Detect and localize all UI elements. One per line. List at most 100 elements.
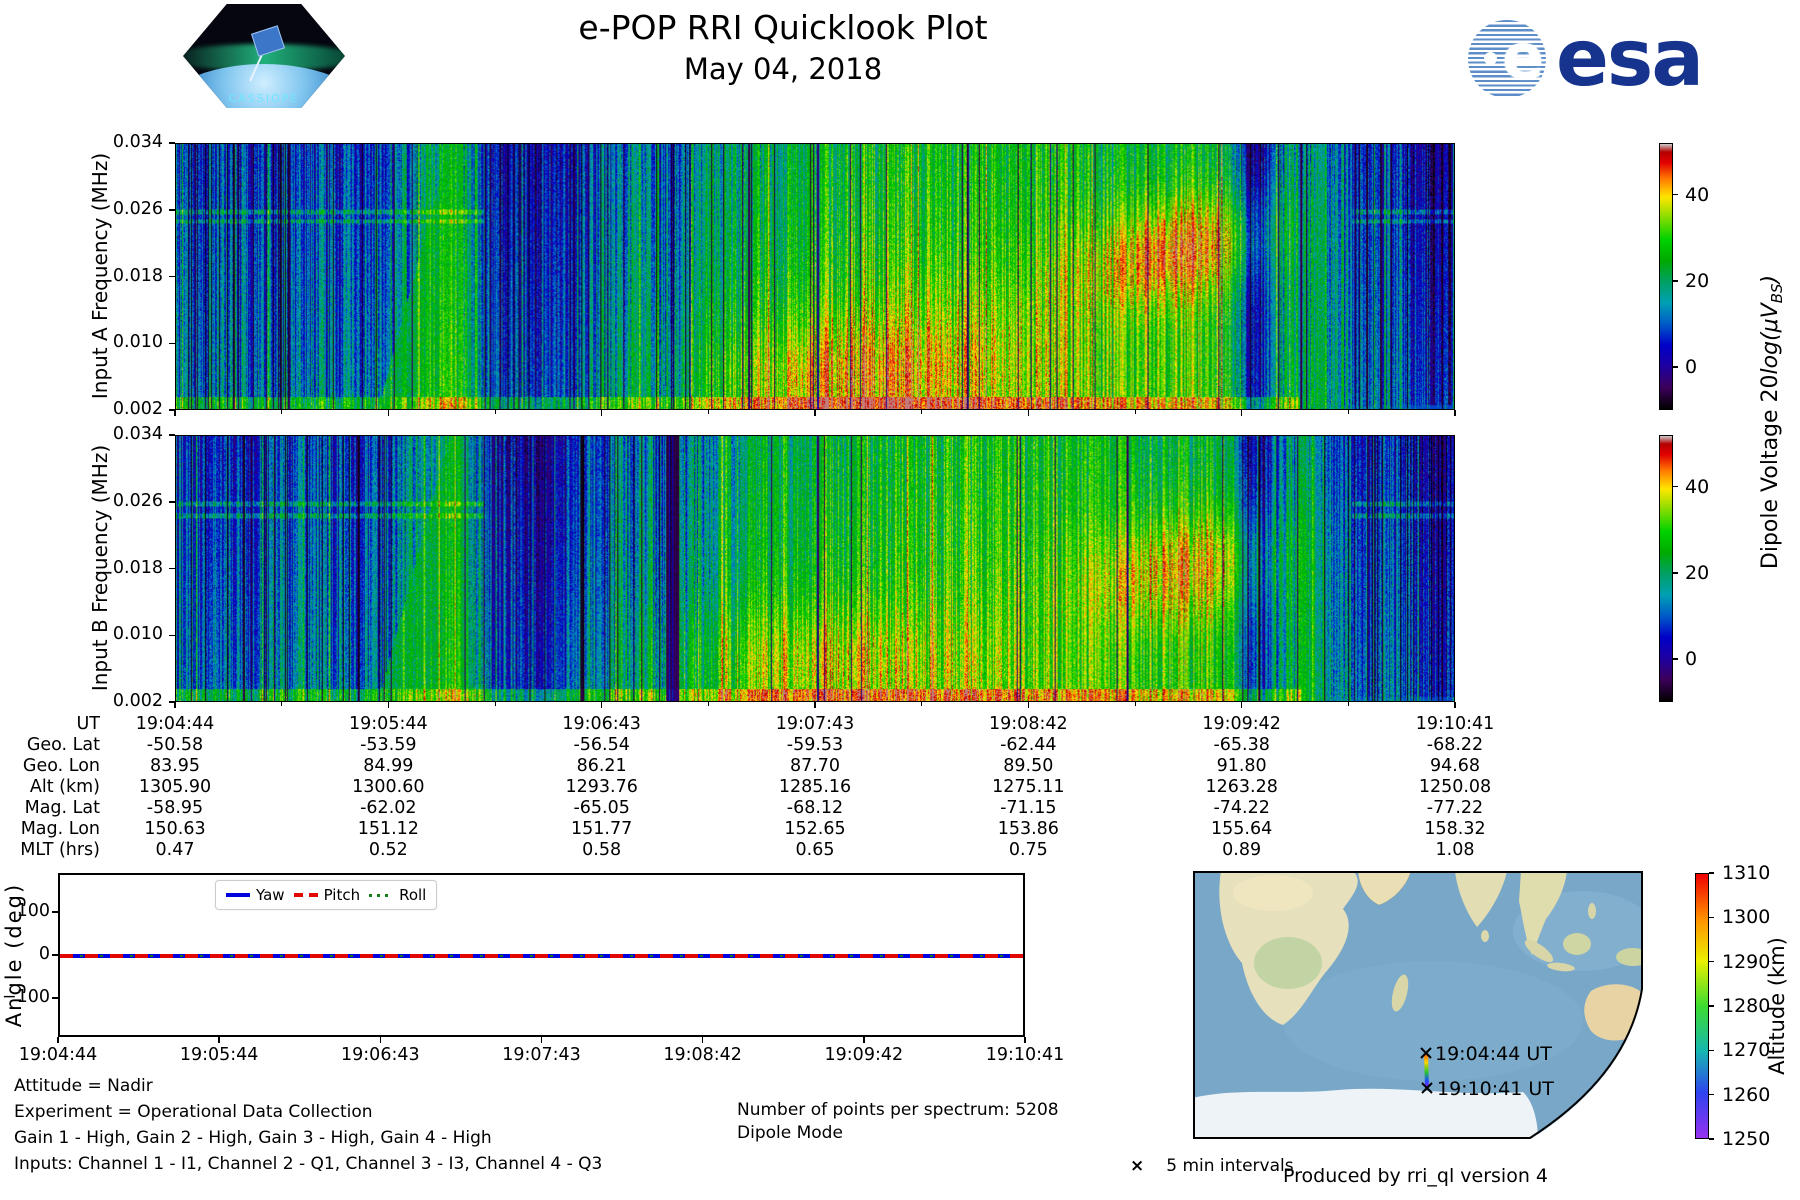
table-cell: -65.05 <box>573 798 630 818</box>
table-cell: -68.22 <box>1426 735 1484 755</box>
table-cell: 1275.11 <box>992 777 1065 797</box>
table-cell: -62.02 <box>360 798 417 818</box>
legend-label-yaw: Yaw <box>256 886 285 904</box>
spectrogram-a-canvas <box>175 143 1455 410</box>
esa-globe-dot <box>1484 52 1497 65</box>
angle-x-tick-label: 19:09:42 <box>824 1045 904 1065</box>
colorbar-label-sub: BS <box>1768 283 1787 304</box>
time-tick-mark <box>174 410 176 416</box>
freq-tick-label: 0.002 <box>112 691 163 711</box>
legend-label-roll: Roll <box>399 886 427 904</box>
colorbar-tick-label: 20 <box>1685 269 1710 292</box>
colorbar-label-suffix: ) <box>1757 274 1783 284</box>
table-cell: 1305.90 <box>138 777 212 797</box>
altitude-tick-label: 1300 <box>1722 906 1771 929</box>
esa-globe-icon: e <box>1468 20 1546 98</box>
colorbar-b <box>1659 435 1673 702</box>
table-cell: 89.50 <box>1003 756 1054 776</box>
time-tick-mark <box>174 702 176 708</box>
time-tick-mark <box>814 702 816 708</box>
esa-wordmark: esa <box>1556 13 1704 104</box>
track-start-label: 19:04:44 UT <box>1435 1043 1552 1065</box>
footer-line-1: Experiment = Operational Data Collection <box>14 1102 373 1122</box>
angle-x-tick-label: 19:04:44 <box>18 1045 98 1065</box>
page-date: May 04, 2018 <box>683 52 883 86</box>
time-minor-tick <box>707 702 709 706</box>
colorbar-tick-mark <box>1673 366 1678 368</box>
colorbar-label-prefix: Dipole Voltage 20 <box>1757 374 1783 570</box>
time-tick-mark <box>1454 410 1456 416</box>
freq-tick-mark <box>169 342 175 344</box>
table-cell: -50.58 <box>146 735 204 755</box>
produced-by-text: Produced by rri_ql version 4 <box>1283 1165 1548 1187</box>
roll-line-icon <box>369 893 394 897</box>
table-cell: 19:06:43 <box>562 714 641 734</box>
time-minor-tick <box>1134 410 1136 414</box>
spectrogram-b-canvas <box>175 435 1455 702</box>
footer-left-block: Attitude = Nadir Experiment = Operational… <box>14 1076 602 1180</box>
borneo <box>1563 933 1591 955</box>
angle-x-tick-mark <box>218 1037 220 1043</box>
altitude-tick-label: 1250 <box>1722 1128 1771 1150</box>
points-per-spectrum-text: Number of points per spectrum: 5208 <box>737 1100 1059 1120</box>
angle-y-tick-mark <box>52 954 58 956</box>
altitude-tick-mark <box>1709 916 1714 919</box>
table-cell: 0.58 <box>582 840 622 860</box>
table-cell: 87.70 <box>789 756 841 776</box>
legend-item-pitch: Pitch <box>293 886 360 904</box>
table-cell: 151.12 <box>357 819 419 839</box>
angle-x-tick-mark <box>540 1037 543 1043</box>
time-minor-tick <box>921 410 923 414</box>
table-cell: 84.99 <box>363 756 414 776</box>
esa-logo: e esa <box>1468 13 1704 104</box>
colorbar-tick-mark <box>1673 485 1678 488</box>
table-row-label: UT <box>76 714 101 734</box>
time-minor-tick <box>1134 702 1136 706</box>
x-marker-icon: × <box>1130 1156 1145 1176</box>
freq-tick-mark <box>169 275 175 278</box>
altitude-tick-label: 1280 <box>1722 995 1771 1017</box>
angle-plot: Yaw Pitch Roll <box>58 873 1025 1037</box>
colorbar-tick-label: 0 <box>1685 647 1698 670</box>
table-row-label: Mag. Lat <box>24 798 100 818</box>
cassiope-mission-patch: CASSIOPE <box>183 4 345 108</box>
esa-globe-e: e <box>1501 20 1544 93</box>
angle-x-tick-mark <box>379 1037 382 1043</box>
time-minor-tick <box>1347 410 1349 414</box>
altitude-tick-mark <box>1709 960 1714 963</box>
colorbar-label-math: log(μV <box>1757 303 1783 375</box>
table-cell: 153.86 <box>997 819 1059 839</box>
table-cell: -74.22 <box>1213 798 1270 818</box>
angle-x-tick-mark <box>1024 1037 1026 1043</box>
table-cell: 155.64 <box>1211 819 1273 839</box>
altitude-tick-mark <box>1709 1049 1714 1052</box>
freq-tick-mark <box>169 634 175 636</box>
table-cell: 19:05:44 <box>349 714 428 734</box>
colorbar-tick-label: 20 <box>1685 561 1710 584</box>
angle-x-tick-mark <box>701 1037 704 1043</box>
altitude-tick-mark <box>1709 1138 1714 1140</box>
table-cell: 19:10:41 <box>1415 714 1495 734</box>
colorbar-tick-label: 40 <box>1685 475 1710 498</box>
table-row-label: Geo. Lat <box>26 735 100 755</box>
footer-line-0: Attitude = Nadir <box>14 1076 153 1096</box>
table-cell: 19:09:42 <box>1202 714 1281 734</box>
cassiope-label: CASSIOPE <box>228 92 300 105</box>
time-tick-mark <box>1027 410 1030 416</box>
angle-y-tick-mark <box>52 911 58 913</box>
colorbar-tick-label: 0 <box>1685 355 1698 378</box>
table-row-label: MLT (hrs) <box>20 840 100 860</box>
angle-legend: Yaw Pitch Roll <box>215 880 438 910</box>
table-cell: 1285.16 <box>778 777 852 797</box>
table-cell: -58.95 <box>146 798 204 818</box>
ground-track-map: 19:04:44 UT 19:10:41 UT <box>1193 871 1643 1139</box>
time-minor-tick <box>494 702 496 706</box>
time-minor-tick <box>707 410 709 414</box>
legend-item-roll: Roll <box>369 886 426 904</box>
angle-x-tick-label: 19:10:41 <box>985 1045 1065 1065</box>
altitude-tick-mark <box>1709 1093 1714 1096</box>
angle-x-tick-label: 19:08:42 <box>663 1045 742 1065</box>
footer-line-3: Inputs: Channel 1 - I1, Channel 2 - Q1, … <box>14 1154 603 1174</box>
freq-tick-mark <box>169 434 175 436</box>
time-tick-mark <box>1027 702 1030 708</box>
